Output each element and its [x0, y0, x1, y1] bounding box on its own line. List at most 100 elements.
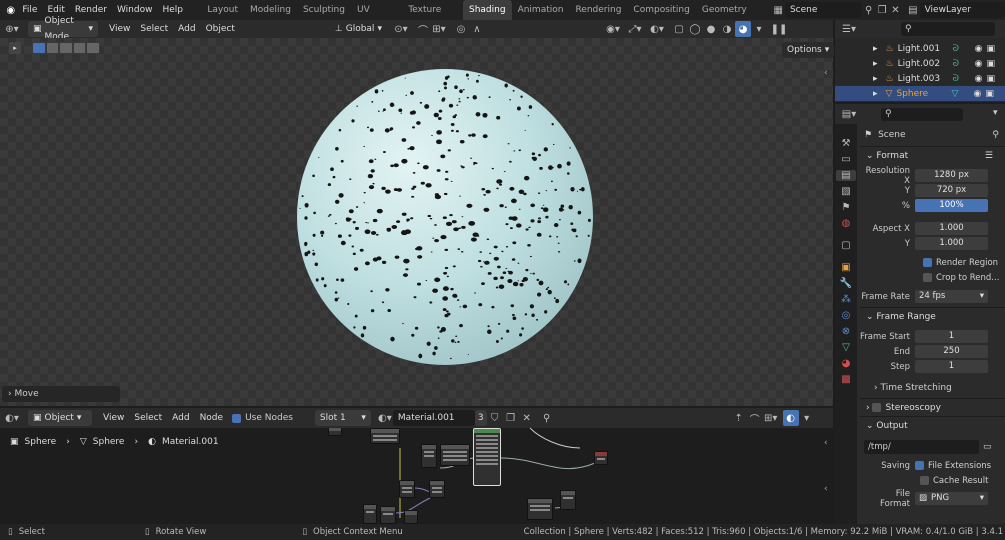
- pause-icon[interactable]: ❚❚: [771, 21, 788, 37]
- node-i[interactable]: [363, 504, 377, 524]
- physics-tab-icon[interactable]: ◎: [842, 310, 851, 321]
- properties-options-icon[interactable]: ▾: [993, 108, 998, 118]
- folder-browse-icon[interactable]: ▭: [983, 442, 992, 452]
- file-extensions-checkbox[interactable]: [915, 461, 924, 470]
- cache-result-row[interactable]: Cache Result: [864, 473, 1005, 488]
- output-tab-icon[interactable]: ▤: [836, 170, 856, 181]
- stereoscopy-panel-header[interactable]: › Stereoscopy: [860, 398, 1005, 416]
- parent-node-tree-icon[interactable]: ⇡: [731, 410, 747, 426]
- render-camera-icon[interactable]: ▣: [986, 74, 995, 84]
- constraints-tab-icon[interactable]: ⊗: [842, 326, 850, 337]
- pin-icon[interactable]: ⚲: [862, 2, 875, 18]
- 3d-viewport[interactable]: ▸ Options ▾ ‹ › Move: [0, 38, 835, 406]
- mode-selector[interactable]: ▣ Object Mode ▾: [28, 16, 98, 42]
- format-panel-header[interactable]: ⌄ Format ☰: [860, 146, 1005, 164]
- outliner-row-light-001[interactable]: ▸ ♨ Light.001 ᘐ ◉ ▣: [835, 41, 1005, 56]
- node-f[interactable]: [429, 480, 445, 498]
- node-b[interactable]: [370, 428, 400, 444]
- texture-tab-icon[interactable]: ▩: [841, 374, 850, 385]
- select-extend-icon[interactable]: [46, 43, 59, 53]
- viewlayer-icon[interactable]: ▤: [906, 2, 919, 18]
- rendered-shading-icon[interactable]: ◕: [734, 21, 751, 37]
- outliner-row-light-003[interactable]: ▸ ♨ Light.003 ᘐ ◉ ▣: [835, 71, 1005, 86]
- object-tab-icon[interactable]: ▣: [841, 262, 850, 273]
- pin-material-icon[interactable]: ⚲: [539, 410, 555, 426]
- material-name-field[interactable]: Material.001: [392, 410, 475, 426]
- node-k[interactable]: [404, 510, 418, 524]
- expand-arrow-icon[interactable]: ▸: [873, 44, 878, 54]
- gizmo-icon[interactable]: ⤢▾: [627, 21, 643, 37]
- viewport-menu-view[interactable]: View: [104, 24, 135, 34]
- slot-selector[interactable]: Slot 1 ▾: [314, 410, 371, 426]
- outliner-type-icon[interactable]: ☰▾: [841, 21, 857, 37]
- tool-tab-icon[interactable]: ⚒: [842, 138, 851, 149]
- tab-shading[interactable]: Shading: [463, 0, 512, 20]
- material-browse-icon[interactable]: ◐▾: [377, 410, 393, 426]
- collection-tab-icon[interactable]: ▢: [841, 240, 850, 251]
- expand-arrow-icon[interactable]: ▸: [873, 59, 878, 69]
- node-menu-select[interactable]: Select: [129, 413, 167, 423]
- visibility-eye-icon[interactable]: ◉: [975, 74, 983, 84]
- modifier-tab-icon[interactable]: 🔧: [840, 278, 852, 289]
- particles-tab-icon[interactable]: ⁂: [841, 294, 851, 305]
- tool-select-icon[interactable]: ▸: [9, 42, 21, 54]
- shading-options-icon[interactable]: ▾: [751, 21, 767, 37]
- frame-range-panel-header[interactable]: ⌄ Frame Range: [860, 307, 1005, 325]
- tab-layout[interactable]: Layout: [201, 0, 244, 20]
- crop-checkbox[interactable]: [923, 273, 932, 282]
- node-editor-canvas[interactable]: ▣ Sphere › ▽ Sphere › ◐ Material.001 ‹ ‹: [0, 428, 833, 524]
- properties-type-icon[interactable]: ▤▾: [841, 106, 857, 122]
- preset-list-icon[interactable]: ☰: [985, 151, 993, 161]
- snap-target-icon[interactable]: ⊞▾: [431, 21, 447, 37]
- editor-type-icon[interactable]: ⊕▾: [4, 21, 20, 37]
- cache-result-checkbox[interactable]: [920, 476, 929, 485]
- xray-icon[interactable]: ▢: [671, 21, 687, 37]
- falloff-icon[interactable]: ∧: [469, 21, 485, 37]
- resolution-pct-field[interactable]: 100%: [915, 199, 988, 212]
- aspect-x-field[interactable]: 1.000: [915, 222, 988, 235]
- tab-sculpting[interactable]: Sculpting: [297, 0, 351, 20]
- node-editor-type-icon[interactable]: ◐▾: [4, 410, 20, 426]
- use-nodes-checkbox[interactable]: [232, 413, 242, 423]
- node-a[interactable]: [328, 428, 342, 436]
- scene-tab-icon[interactable]: ⚑: [842, 202, 851, 213]
- data-tab-icon[interactable]: ▽: [842, 342, 850, 353]
- file-format-dropdown[interactable]: ▨ PNG ▾: [915, 492, 988, 505]
- frame-start-field[interactable]: 1: [915, 330, 988, 343]
- visibility-eye-icon[interactable]: ◉: [975, 59, 983, 69]
- solid-shading-icon[interactable]: ●: [703, 21, 719, 37]
- node-e[interactable]: [399, 480, 415, 498]
- view-layer-tab-icon[interactable]: ▧: [841, 186, 850, 197]
- snap-icon[interactable]: ⌒: [415, 21, 431, 37]
- visibility-icon[interactable]: ◉▾: [605, 21, 621, 37]
- tab-texture-paint[interactable]: Texture Paint: [402, 0, 463, 35]
- crop-row[interactable]: Crop to Rend...: [860, 270, 1005, 285]
- sphere-object[interactable]: [290, 62, 600, 372]
- outliner-search-field[interactable]: ⚲: [901, 22, 995, 36]
- tab-uv-editing[interactable]: UV Editing: [351, 0, 402, 35]
- node-d[interactable]: [440, 444, 470, 466]
- material-shading-icon[interactable]: ◑: [719, 21, 735, 37]
- node-menu-add[interactable]: Add: [167, 413, 194, 423]
- duplicate-material-icon[interactable]: ❐: [503, 410, 519, 426]
- overlay-icon[interactable]: ◐▾: [649, 21, 665, 37]
- viewport-menu-select[interactable]: Select: [135, 24, 173, 34]
- select-mode-buttons[interactable]: [32, 42, 100, 54]
- menu-window[interactable]: Window: [112, 5, 158, 15]
- render-camera-icon[interactable]: ▣: [986, 59, 995, 69]
- node-sidebar-toggle-icon[interactable]: ‹: [824, 438, 828, 448]
- node-h[interactable]: [560, 490, 576, 510]
- outliner-row-sphere[interactable]: ▸ ▽ Sphere ▽ ◉ ▣: [835, 86, 1005, 101]
- unlink-material-icon[interactable]: ✕: [519, 410, 535, 426]
- viewport-menu-object[interactable]: Object: [201, 24, 240, 34]
- tab-compositing[interactable]: Compositing: [627, 0, 695, 20]
- wireframe-shading-icon[interactable]: ◯: [687, 21, 703, 37]
- tab-animation[interactable]: Animation: [512, 0, 570, 20]
- select-invert-icon[interactable]: [73, 43, 86, 53]
- node-output[interactable]: [594, 451, 608, 465]
- last-operator-panel[interactable]: › Move: [2, 386, 120, 402]
- options-button[interactable]: Options ▾: [782, 42, 835, 58]
- output-panel-header[interactable]: ⌄ Output: [860, 416, 1005, 434]
- use-nodes-toggle[interactable]: Use Nodes: [232, 413, 293, 423]
- scene-icon[interactable]: ▦: [772, 2, 785, 18]
